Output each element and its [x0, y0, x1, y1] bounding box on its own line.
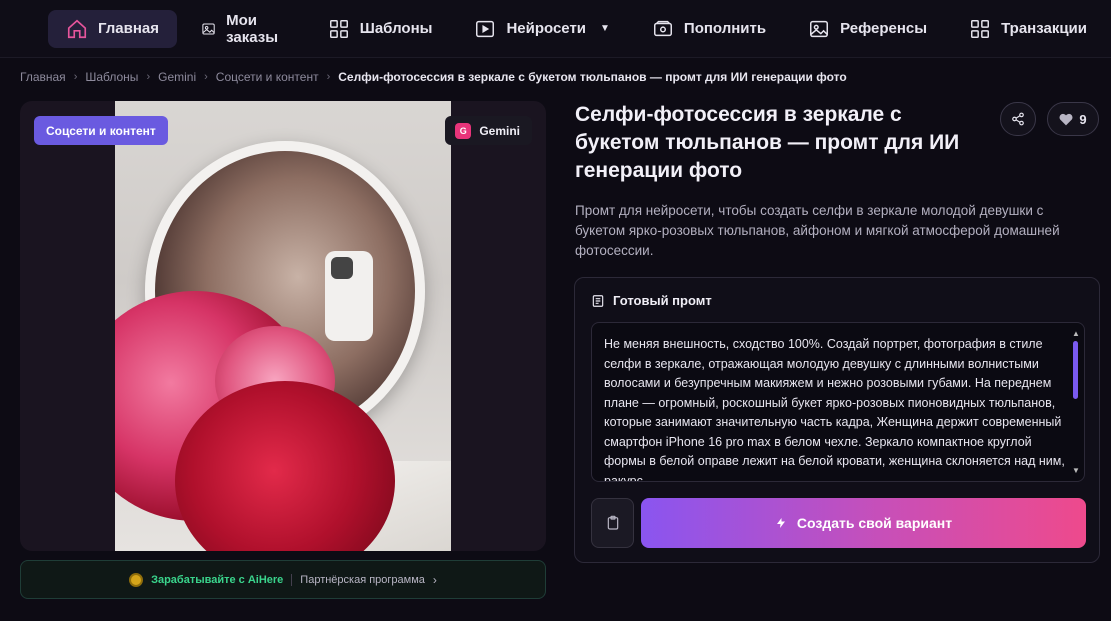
nav-item-home[interactable]: Главная — [48, 9, 178, 48]
nav-label: Главная — [98, 20, 160, 37]
share-button[interactable] — [1000, 102, 1036, 136]
model-badge[interactable]: G Gemini — [445, 116, 532, 145]
breadcrumb-separator: › — [73, 71, 78, 83]
nav-label: Мои заказы — [226, 11, 279, 46]
create-variant-button[interactable]: Создать свой вариант — [641, 498, 1086, 548]
heart-icon — [1059, 113, 1073, 125]
image-icon — [202, 22, 215, 35]
nav-item-transactions[interactable]: Транзакции — [951, 10, 1105, 48]
prompt-text: Не меняя внешность, сходство 100%. Созда… — [604, 337, 1065, 482]
copy-button[interactable] — [591, 498, 634, 548]
breadcrumb-link-category[interactable]: Соцсети и контент — [216, 70, 319, 84]
prompt-heading: Готовый промт — [613, 293, 712, 308]
breadcrumb: Главная › Шаблоны › Gemini › Соцсети и к… — [20, 69, 847, 85]
grid-icon — [971, 19, 990, 38]
chevron-down-icon: ▼ — [600, 23, 610, 34]
nav-item-orders[interactable]: Мои заказы — [183, 10, 304, 48]
like-count: 9 — [1079, 111, 1087, 127]
breadcrumb-separator: › — [146, 71, 151, 83]
partner-program-text: Партнёрская программа — [300, 573, 425, 586]
nav-item-references[interactable]: Референсы — [790, 10, 945, 48]
home-icon — [67, 19, 87, 38]
model-label: Gemini — [479, 123, 520, 138]
template-preview-image[interactable] — [115, 101, 451, 551]
wallet-icon — [653, 20, 672, 36]
nav-label: Шаблоны — [359, 20, 433, 37]
breadcrumb-link-home[interactable]: Главная — [20, 70, 66, 84]
page-title: Селфи-фотосессия в зеркале с букетом тюл… — [575, 103, 960, 182]
play-icon — [476, 20, 495, 37]
nav-label: Референсы — [840, 20, 928, 37]
prompt-card: Готовый промт Не меняя внешность, сходст… — [574, 277, 1100, 563]
like-button[interactable]: 9 — [1047, 102, 1099, 136]
breadcrumb-link-gemini[interactable]: Gemini — [158, 70, 196, 84]
template-image-card: Соцсети и контент G Gemini — [20, 101, 546, 551]
scrollbar-thumb[interactable] — [1073, 341, 1078, 399]
nav-label: Транзакции — [1001, 20, 1087, 37]
prompt-header: Готовый промт — [591, 293, 712, 308]
top-navigation: Главная Мои заказы Шаблоны Нейросети ▼ П… — [0, 0, 1111, 58]
gemini-icon: G — [455, 122, 472, 139]
nav-item-templates[interactable]: Шаблоны — [310, 10, 451, 48]
partner-earn-text: Зарабатывайте с AiHere — [151, 573, 284, 586]
template-description: Промт для нейросети, чтобы создать селфи… — [575, 203, 1060, 258]
image-icon — [810, 20, 829, 37]
breadcrumb-separator: › — [326, 71, 331, 83]
category-badge[interactable]: Соцсети и контент — [34, 116, 168, 145]
scrollbar[interactable]: ▲ ▼ — [1072, 329, 1080, 475]
scroll-down-icon[interactable]: ▼ — [1072, 466, 1080, 475]
clipboard-icon — [607, 515, 618, 530]
share-icon — [1012, 112, 1024, 126]
nav-label: Пополнить — [683, 20, 767, 37]
breadcrumb-link-templates[interactable]: Шаблоны — [85, 70, 138, 84]
coin-icon — [129, 572, 144, 587]
divider — [291, 573, 293, 586]
scroll-up-icon[interactable]: ▲ — [1072, 329, 1080, 338]
breadcrumb-current: Селфи-фотосессия в зеркале с букетом тюл… — [338, 70, 847, 84]
partner-banner[interactable]: Зарабатывайте с AiHere Партнёрская прогр… — [20, 560, 546, 599]
chevron-right-icon: › — [432, 572, 437, 587]
create-variant-label: Создать свой вариант — [796, 515, 953, 531]
document-icon — [592, 294, 604, 307]
lightning-icon — [776, 518, 785, 528]
breadcrumb-separator: › — [204, 71, 208, 83]
nav-item-neural-networks[interactable]: Нейросети ▼ — [456, 10, 627, 48]
prompt-text-box[interactable]: Не меняя внешность, сходство 100%. Созда… — [591, 322, 1085, 482]
nav-item-topup[interactable]: Пополнить — [634, 10, 784, 48]
phone-shape — [325, 251, 373, 341]
nav-label: Нейросети — [506, 20, 587, 37]
grid-icon — [329, 19, 348, 38]
